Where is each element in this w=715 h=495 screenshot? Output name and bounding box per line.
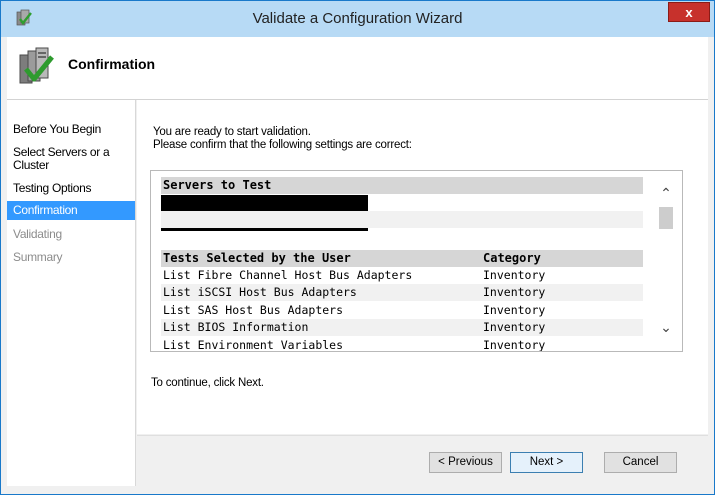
category-heading: Category xyxy=(483,251,541,265)
page-title: Confirmation xyxy=(68,56,156,72)
server-row-alt xyxy=(161,211,643,228)
test-category: Inventory xyxy=(483,285,546,299)
nav-item-testing-options[interactable]: Testing Options xyxy=(7,182,135,195)
next-button-label: Next > xyxy=(529,456,564,468)
test-category: Inventory xyxy=(483,320,546,334)
nav-item-confirmation[interactable]: Confirmation xyxy=(7,201,135,220)
nav-item-summary: Summary xyxy=(13,250,63,264)
continue-instruction: To continue, click Next. xyxy=(151,377,264,389)
window-title: Validate a Configuration Wizard xyxy=(252,10,463,27)
table-row: List Environment Variables Inventory xyxy=(161,337,643,352)
close-button[interactable]: x xyxy=(668,2,710,22)
nav-item-select-servers[interactable]: Select Servers or a Cluster xyxy=(7,146,135,172)
button-bar: < Previous Next > Cancel xyxy=(137,435,708,487)
test-name: List BIOS Information xyxy=(163,320,309,334)
intro-line-2: Please confirm that the following settin… xyxy=(153,139,412,151)
intro-line-1: You are ready to start validation. xyxy=(153,126,311,138)
previous-button-label: Previous xyxy=(448,456,493,468)
test-category: Inventory xyxy=(483,338,546,352)
nav-item-validating: Validating xyxy=(13,227,62,241)
title-bar: Validate a Configuration Wizard x xyxy=(1,1,714,37)
table-row: List SAS Host Bus Adapters Inventory xyxy=(161,302,643,319)
scroll-thumb[interactable] xyxy=(659,207,673,229)
scroll-down-arrow-icon[interactable]: ⌄ xyxy=(655,319,677,335)
table-row: List BIOS Information Inventory xyxy=(161,319,643,336)
nav-item-before-you-begin[interactable]: Before You Begin xyxy=(7,123,135,136)
tests-heading-row: Tests Selected by the User Category xyxy=(161,250,643,267)
intro-text: You are ready to start validation. Pleas… xyxy=(153,126,412,152)
test-category: Inventory xyxy=(483,303,546,317)
servers-heading: Servers to Test xyxy=(161,177,643,194)
test-name: List Fibre Channel Host Bus Adapters xyxy=(163,268,413,282)
table-row: List Fibre Channel Host Bus Adapters Inv… xyxy=(161,267,643,284)
test-name: List Environment Variables xyxy=(163,338,344,352)
confirmation-report[interactable]: Servers to Test Tests Selected by the Us… xyxy=(150,170,683,352)
wizard-window: Validate a Configuration Wizard x Confir… xyxy=(0,0,715,495)
report-scrollbar[interactable]: ⌃ ⌄ xyxy=(655,175,677,347)
main-content: You are ready to start validation. Pleas… xyxy=(137,100,708,434)
wizard-steps-nav: Before You Begin Select Servers or a Clu… xyxy=(7,100,136,486)
table-row: List iSCSI Host Bus Adapters Inventory xyxy=(161,284,643,301)
test-name: List iSCSI Host Bus Adapters xyxy=(163,285,357,299)
previous-button[interactable]: < Previous xyxy=(429,452,502,473)
scroll-up-arrow-icon[interactable]: ⌃ xyxy=(655,185,677,201)
test-category: Inventory xyxy=(483,268,546,282)
test-name: List SAS Host Bus Adapters xyxy=(163,303,344,317)
next-button[interactable]: Next > xyxy=(510,452,583,473)
server-check-icon xyxy=(19,47,54,84)
cancel-button[interactable]: Cancel xyxy=(604,452,677,473)
page-header: Confirmation xyxy=(7,37,708,100)
tests-heading: Tests Selected by the User xyxy=(163,251,351,265)
